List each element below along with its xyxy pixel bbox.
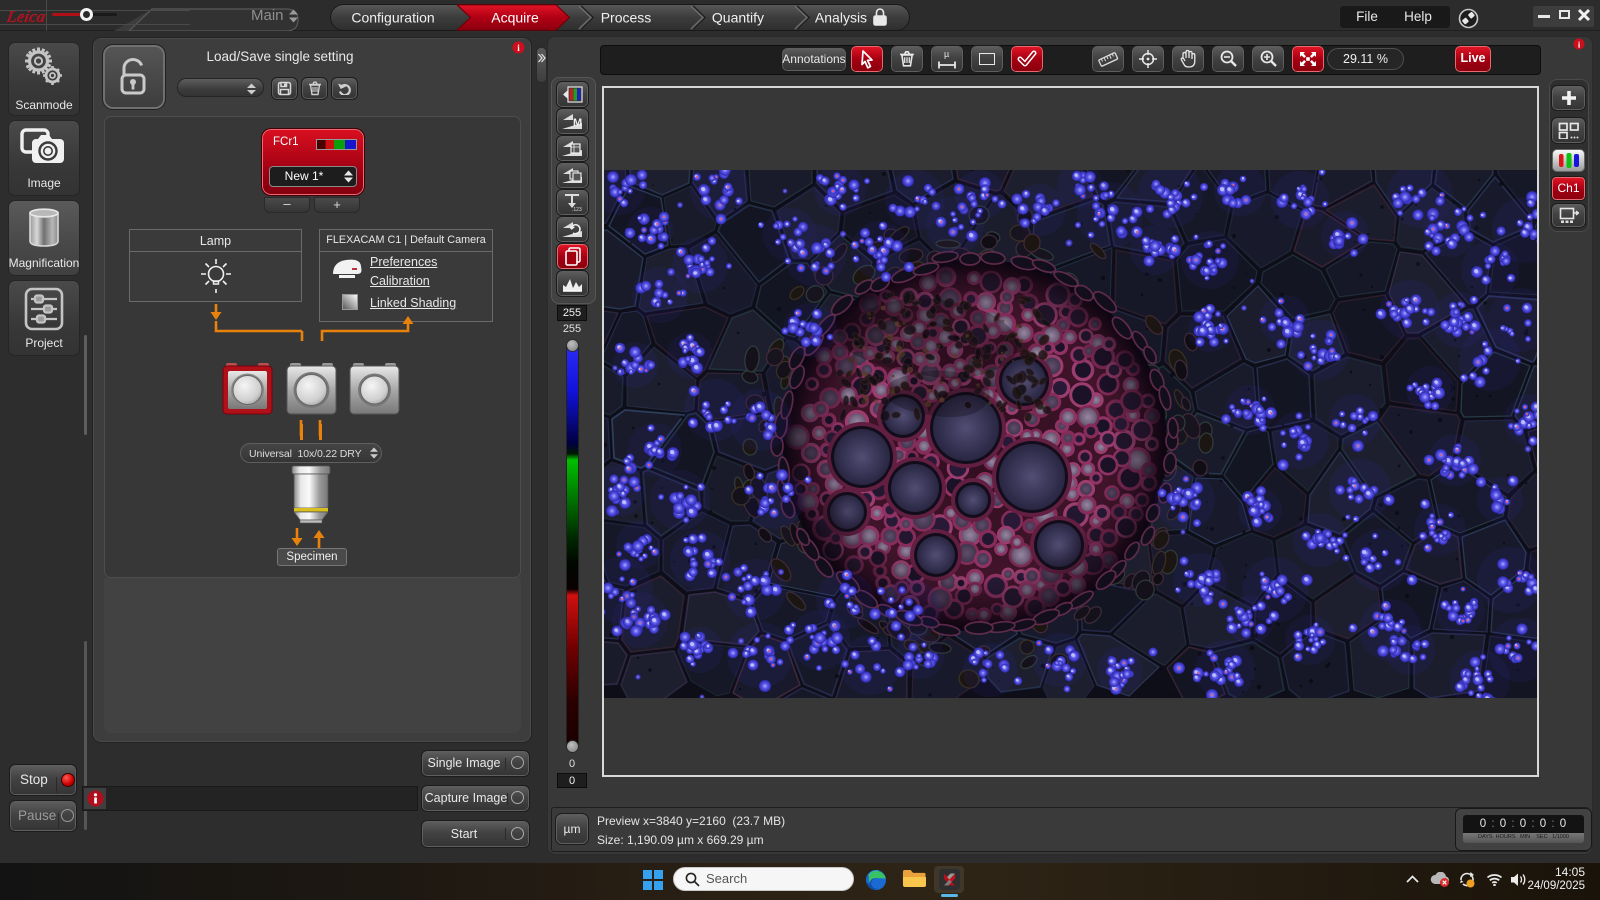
- svg-text:µ: µ: [944, 49, 949, 59]
- svg-text:Acquire: Acquire: [491, 10, 539, 26]
- svg-text:Process: Process: [601, 10, 652, 26]
- svg-text:Analysis: Analysis: [815, 10, 867, 26]
- svg-text:Configuration: Configuration: [351, 10, 434, 26]
- svg-text:.123: .123: [572, 207, 582, 212]
- svg-text:Quantify: Quantify: [712, 10, 764, 26]
- svg-text:M: M: [573, 117, 582, 129]
